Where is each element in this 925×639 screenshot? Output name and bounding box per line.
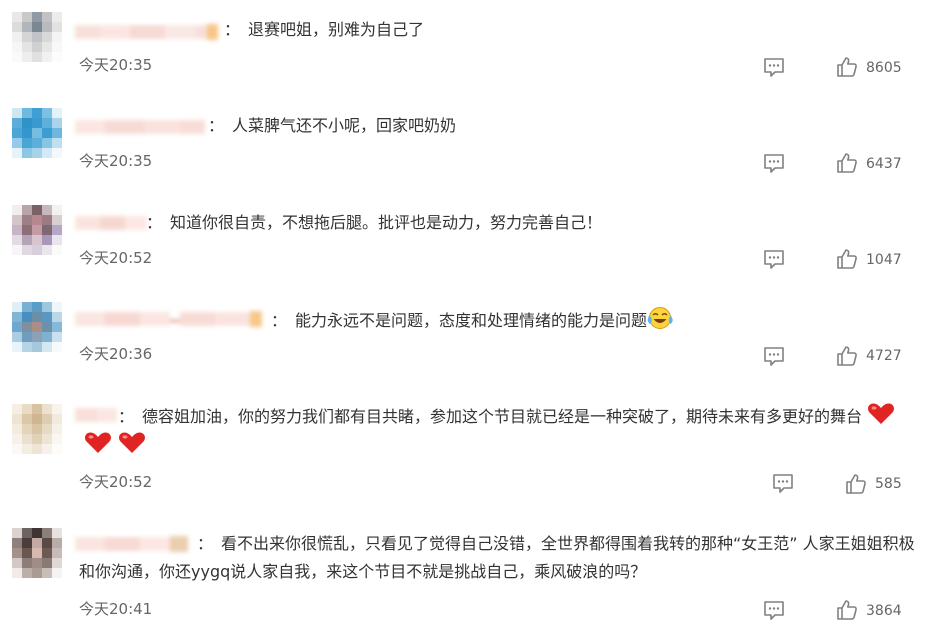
timestamp: 今天20:52 xyxy=(79,249,153,267)
timestamp: 今天20:36 xyxy=(79,345,153,363)
avatar[interactable] xyxy=(12,404,62,454)
timestamp: 今天20:41 xyxy=(79,600,153,618)
comment-body: 能力永远不是问题，态度和处理情绪的能力是问题 xyxy=(295,311,648,330)
comment-text: ： 德容姐加油，你的努力我们都有目共睹，参加这个节目就已经是一种突破了，期待未来有… xyxy=(79,402,919,460)
comment-body: 知道你很自责，不想拖后腿。批评也是动力，努力完善自己！ xyxy=(170,213,603,232)
like-count: 3864 xyxy=(866,603,902,619)
thumbs-up-icon[interactable] xyxy=(836,56,858,78)
username[interactable] xyxy=(75,117,210,135)
username[interactable] xyxy=(75,309,270,327)
heart-emoji xyxy=(85,432,111,453)
heart-emoji xyxy=(868,403,895,424)
colon: ： xyxy=(208,116,225,135)
comment-body: 人菜脾气还不小呢，回家吧奶奶 xyxy=(232,116,457,135)
comment-icon[interactable] xyxy=(763,152,785,174)
avatar[interactable] xyxy=(12,108,62,158)
timestamp: 今天20:35 xyxy=(79,56,153,74)
colon: ： xyxy=(271,311,288,330)
thumbs-up-icon[interactable] xyxy=(836,152,858,174)
colon: ： xyxy=(197,534,214,553)
thumbs-up-icon[interactable] xyxy=(836,345,858,367)
comment-text: ： 能力永远不是问题，态度和处理情绪的能力是问题 xyxy=(271,306,911,335)
username[interactable] xyxy=(75,22,220,40)
colon: ： xyxy=(224,20,241,39)
like-count: 585 xyxy=(875,476,902,492)
avatar[interactable] xyxy=(12,12,62,62)
colon: ： xyxy=(118,407,135,426)
comment-text: ：看不出来你很慌乱，只看见了觉得自己没错，全世界都得围着我转的那种“女王范” 人… xyxy=(79,530,919,586)
comment-icon[interactable] xyxy=(772,472,794,494)
like-count: 1047 xyxy=(866,252,902,268)
avatar[interactable] xyxy=(12,302,62,352)
comment-icon[interactable] xyxy=(763,345,785,367)
comment-text: ： 知道你很自责，不想拖后腿。批评也是动力，努力完善自己！ xyxy=(146,209,916,237)
comment-icon[interactable] xyxy=(763,56,785,78)
heart-emoji xyxy=(119,432,145,453)
comment-icon[interactable] xyxy=(763,599,785,621)
like-count: 4727 xyxy=(866,348,902,364)
comment-body: 退赛吧姐，别难为自己了 xyxy=(248,20,425,39)
timestamp: 今天20:35 xyxy=(79,152,153,170)
comment-text: ： 退赛吧姐，别难为自己了 xyxy=(224,16,914,44)
timestamp: 今天20:52 xyxy=(79,473,153,491)
colon: ： xyxy=(146,213,163,232)
like-count: 6437 xyxy=(866,156,902,172)
comment-icon[interactable] xyxy=(763,248,785,270)
username[interactable] xyxy=(75,213,150,231)
laugh-cry-emoji xyxy=(647,307,673,329)
thumbs-up-icon[interactable] xyxy=(845,473,867,495)
comment-body: 德容姐加油，你的努力我们都有目共睹，参加这个节目就已经是一种突破了，期待未来有多… xyxy=(142,407,863,426)
like-count: 8605 xyxy=(866,60,902,76)
thumbs-up-icon[interactable] xyxy=(836,248,858,270)
thumbs-up-icon[interactable] xyxy=(836,599,858,621)
comment-text: ： 人菜脾气还不小呢，回家吧奶奶 xyxy=(208,112,908,140)
avatar[interactable] xyxy=(12,528,62,578)
avatar[interactable] xyxy=(12,205,62,255)
